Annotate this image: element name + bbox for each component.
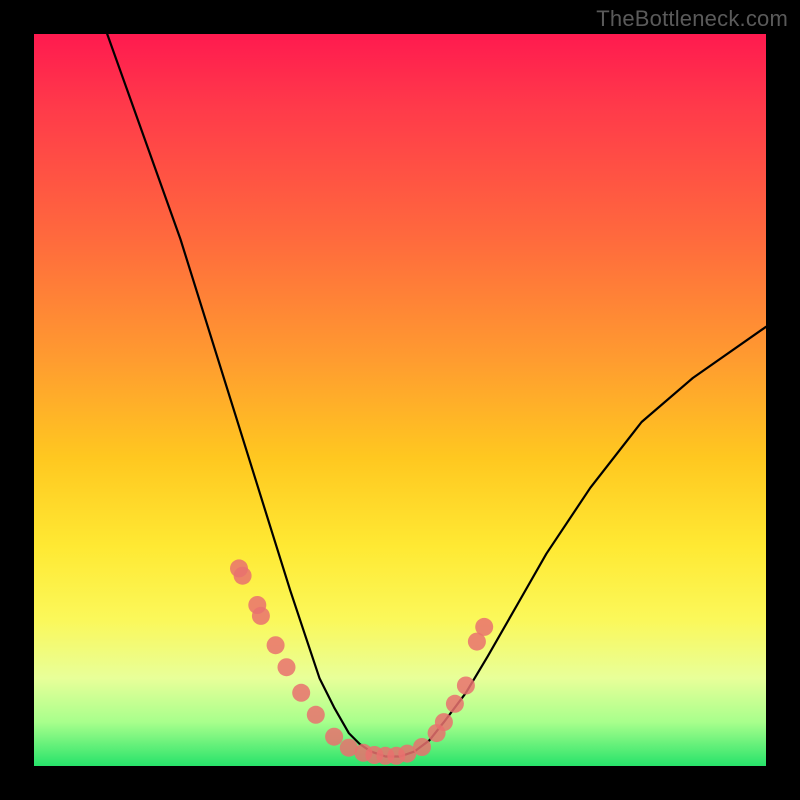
marker-dot — [475, 618, 493, 636]
marker-dot — [457, 677, 475, 695]
marker-dots — [230, 559, 493, 764]
marker-dot — [252, 607, 270, 625]
marker-dot — [292, 684, 310, 702]
curve-svg — [34, 34, 766, 766]
chart-frame: TheBottleneck.com — [0, 0, 800, 800]
marker-dot — [325, 728, 343, 746]
curve-path — [107, 34, 766, 757]
marker-dot — [307, 706, 325, 724]
marker-dot — [267, 636, 285, 654]
bottleneck-curve — [107, 34, 766, 757]
marker-dot — [278, 658, 296, 676]
marker-dot — [435, 713, 453, 731]
marker-dot — [413, 738, 431, 756]
marker-dot — [234, 567, 252, 585]
watermark-text: TheBottleneck.com — [596, 6, 788, 32]
marker-dot — [446, 695, 464, 713]
plot-area — [34, 34, 766, 766]
